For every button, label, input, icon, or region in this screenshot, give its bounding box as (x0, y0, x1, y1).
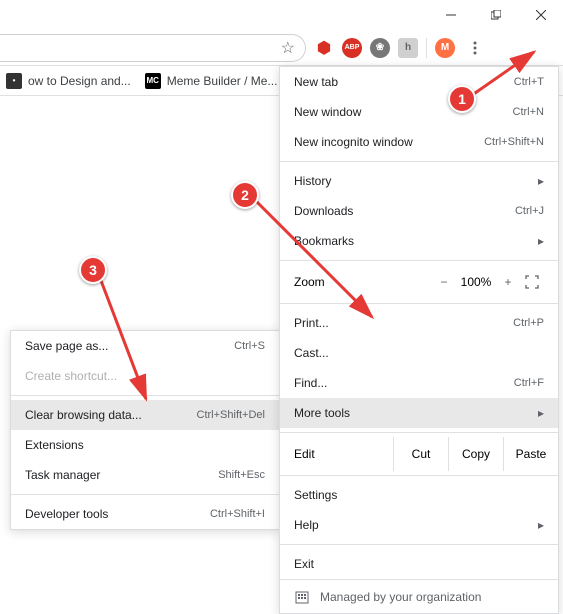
ext-4[interactable]: h (398, 38, 418, 58)
maximize-button[interactable] (473, 0, 518, 30)
extensions-area: ⬢ ABP ❀ h M (306, 36, 495, 60)
menu-new-tab[interactable]: New tabCtrl+T (280, 67, 558, 97)
zoom-level: 100% (456, 275, 496, 289)
omnibox[interactable]: ☆ (0, 34, 306, 62)
submenu-developer-tools[interactable]: Developer toolsCtrl+Shift+I (11, 499, 279, 529)
menu-bookmarks[interactable]: Bookmarks▸ (280, 226, 558, 256)
menu-new-window[interactable]: New windowCtrl+N (280, 97, 558, 127)
star-icon[interactable]: ☆ (281, 38, 295, 58)
managed-notice[interactable]: Managed by your organization (280, 579, 558, 613)
menu-downloads[interactable]: DownloadsCtrl+J (280, 196, 558, 226)
menu-history[interactable]: History▸ (280, 166, 558, 196)
more-tools-submenu: Save page as...Ctrl+S Create shortcut...… (10, 330, 280, 530)
submenu-task-manager[interactable]: Task managerShift+Esc (11, 460, 279, 490)
zoom-in-button[interactable]: + (496, 275, 520, 289)
chevron-right-icon: ▸ (538, 174, 544, 188)
ext-abp[interactable]: ABP (342, 38, 362, 58)
ext-ublock[interactable]: ⬢ (314, 38, 334, 58)
menu-print[interactable]: Print...Ctrl+P (280, 308, 558, 338)
window-controls (428, 0, 563, 30)
bookmark-item[interactable]: MC Meme Builder / Me... (145, 73, 278, 89)
bookmark-item[interactable]: • ow to Design and... (6, 73, 131, 89)
bookmark-label: ow to Design and... (28, 74, 131, 88)
menu-cast[interactable]: Cast... (280, 338, 558, 368)
annotation-badge-2: 2 (231, 181, 259, 209)
menu-new-incognito[interactable]: New incognito windowCtrl+Shift+N (280, 127, 558, 157)
menu-find[interactable]: Find...Ctrl+F (280, 368, 558, 398)
edit-cut-button[interactable]: Cut (393, 437, 448, 471)
menu-help[interactable]: Help▸ (280, 510, 558, 540)
zoom-out-button[interactable]: − (432, 275, 456, 289)
fullscreen-icon[interactable] (520, 275, 544, 289)
menu-edit-row: Edit Cut Copy Paste (280, 437, 558, 471)
chrome-menu-button[interactable] (463, 36, 487, 60)
edit-paste-button[interactable]: Paste (503, 437, 558, 471)
annotation-badge-1: 1 (448, 85, 476, 113)
close-button[interactable] (518, 0, 563, 30)
bookmark-label: Meme Builder / Me... (167, 74, 278, 88)
building-icon (294, 589, 310, 605)
menu-exit[interactable]: Exit (280, 549, 558, 579)
submenu-extensions[interactable]: Extensions (11, 430, 279, 460)
submenu-clear-browsing-data[interactable]: Clear browsing data...Ctrl+Shift+Del (11, 400, 279, 430)
chrome-main-menu: New tabCtrl+T New windowCtrl+N New incog… (279, 66, 559, 614)
profile-avatar[interactable]: M (435, 38, 455, 58)
submenu-save-page[interactable]: Save page as...Ctrl+S (11, 331, 279, 361)
browser-toolbar: ☆ ⬢ ABP ❀ h M (0, 30, 563, 66)
chevron-right-icon: ▸ (538, 406, 544, 420)
menu-zoom: Zoom − 100% + (280, 265, 558, 299)
edit-copy-button[interactable]: Copy (448, 437, 503, 471)
menu-settings[interactable]: Settings (280, 480, 558, 510)
chevron-right-icon: ▸ (538, 234, 544, 248)
menu-more-tools[interactable]: More tools▸ (280, 398, 558, 428)
ext-3[interactable]: ❀ (370, 38, 390, 58)
submenu-create-shortcut: Create shortcut... (11, 361, 279, 391)
minimize-button[interactable] (428, 0, 473, 30)
annotation-badge-3: 3 (79, 256, 107, 284)
chevron-right-icon: ▸ (538, 518, 544, 532)
